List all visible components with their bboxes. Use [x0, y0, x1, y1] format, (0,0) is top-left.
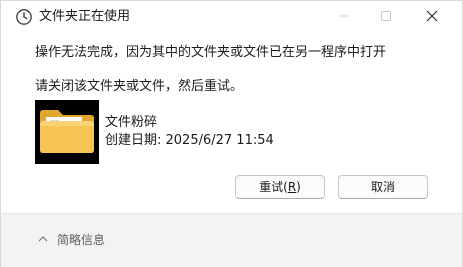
- cancel-button[interactable]: 取消: [338, 175, 428, 199]
- clock-icon: [16, 9, 32, 25]
- folder-icon: [40, 110, 94, 153]
- file-created-date: 创建日期: 2025/6/27 11:54: [105, 133, 274, 148]
- cancel-button-label: 取消: [370, 180, 395, 194]
- error-message: 操作无法完成，因为其中的文件夹或文件已在另一程序中打开: [35, 45, 387, 60]
- retry-hotkey: R: [287, 180, 297, 194]
- details-toggle-label: 简略信息: [57, 232, 106, 247]
- close-icon: [426, 10, 438, 22]
- retry-button-suffix: ): [296, 180, 301, 194]
- dialog-footer: 简略信息: [1, 213, 462, 267]
- chevron-up-icon: [38, 236, 48, 242]
- minimize-icon: [339, 15, 349, 17]
- maximize-icon: [381, 11, 391, 21]
- retry-button[interactable]: 重试(R): [235, 175, 325, 199]
- details-toggle[interactable]: 简略信息: [37, 230, 105, 248]
- title-bar[interactable]: 文件夹正在使用: [1, 1, 462, 33]
- maximize-button[interactable]: [363, 1, 409, 31]
- minimize-button[interactable]: [321, 1, 367, 31]
- close-button[interactable]: [409, 1, 455, 31]
- file-in-use-dialog: 文件夹正在使用 操作无法完成，因为其中的文件夹或文件已在另一程序中打开 请关闭该…: [0, 0, 463, 267]
- retry-button-label: 重试(: [259, 180, 288, 194]
- instruction-text: 请关闭该文件夹或文件，然后重试。: [35, 79, 244, 94]
- file-thumbnail: [35, 100, 99, 164]
- file-name: 文件粉碎: [105, 115, 158, 130]
- window-title: 文件夹正在使用: [39, 9, 131, 24]
